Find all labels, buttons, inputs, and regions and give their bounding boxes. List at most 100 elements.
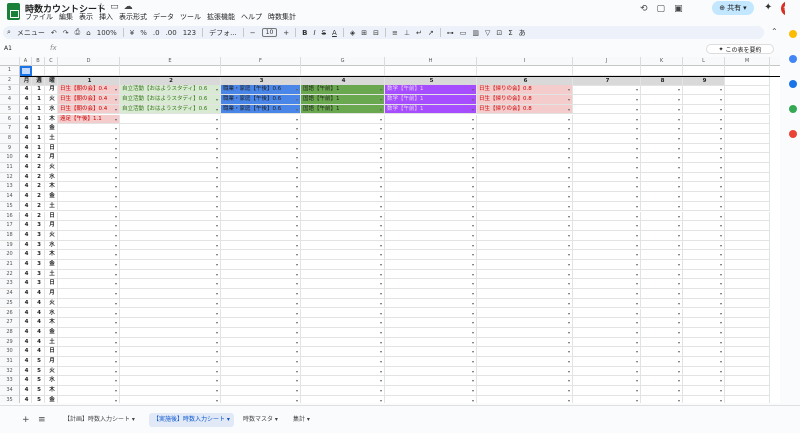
period-cell[interactable]: ▾ bbox=[573, 279, 641, 290]
period-cell[interactable]: ▾ bbox=[58, 347, 120, 357]
dropdown-arrow-icon[interactable]: ▾ bbox=[472, 396, 474, 403]
row-header-17[interactable]: 17 bbox=[0, 221, 20, 231]
month-cell[interactable]: 4 bbox=[20, 327, 32, 338]
dropdown-arrow-icon[interactable]: ▾ bbox=[678, 182, 680, 191]
cell[interactable] bbox=[725, 337, 770, 348]
dropdown-arrow-icon[interactable]: ▾ bbox=[636, 260, 638, 269]
dropdown-arrow-icon[interactable]: ▾ bbox=[720, 357, 722, 366]
dropdown-arrow-icon[interactable]: ▾ bbox=[216, 212, 218, 221]
month-cell[interactable]: 4 bbox=[20, 366, 32, 377]
dropdown-arrow-icon[interactable]: ▾ bbox=[720, 173, 722, 182]
cell[interactable] bbox=[725, 172, 770, 183]
week-cell[interactable]: 3 bbox=[32, 269, 45, 280]
dropdown-arrow-icon[interactable]: ▾ bbox=[296, 279, 298, 288]
period-cell[interactable]: ▾ bbox=[477, 260, 573, 270]
day-cell[interactable]: 土 bbox=[45, 269, 58, 280]
month-cell[interactable]: 4 bbox=[20, 250, 32, 260]
dropdown-arrow-icon[interactable]: ▾ bbox=[636, 241, 638, 250]
comments-icon[interactable]: ▢ bbox=[657, 4, 666, 14]
cell[interactable] bbox=[301, 66, 385, 76]
cell[interactable] bbox=[725, 95, 770, 105]
cell[interactable] bbox=[725, 327, 770, 338]
row-header-1[interactable]: 1 bbox=[0, 66, 20, 76]
dropdown-arrow-icon[interactable]: ▾ bbox=[216, 338, 218, 347]
period-cell[interactable]: ▾ bbox=[385, 153, 477, 163]
filter-icon[interactable]: ▽ bbox=[485, 29, 490, 37]
dropdown-arrow-icon[interactable]: ▾ bbox=[380, 309, 382, 318]
dropdown-arrow-icon[interactable]: ▾ bbox=[636, 95, 638, 104]
period-cell[interactable]: ▾ bbox=[641, 192, 683, 202]
dropdown-arrow-icon[interactable]: ▾ bbox=[216, 202, 218, 211]
dropdown-arrow-icon[interactable]: ▾ bbox=[678, 318, 680, 327]
period-cell[interactable]: ▾ bbox=[120, 376, 221, 387]
dropdown-arrow-icon[interactable]: ▾ bbox=[296, 202, 298, 211]
period-cell[interactable]: ▾ bbox=[221, 327, 301, 338]
row-header-19[interactable]: 19 bbox=[0, 240, 20, 251]
dropdown-arrow-icon[interactable]: ▾ bbox=[568, 192, 570, 201]
period-cell[interactable]: ▾ bbox=[641, 230, 683, 241]
keep-icon[interactable] bbox=[789, 55, 797, 63]
dropdown-arrow-icon[interactable]: ▾ bbox=[636, 289, 638, 298]
period-cell[interactable]: ▾ bbox=[683, 95, 725, 105]
dropdown-arrow-icon[interactable]: ▾ bbox=[472, 85, 474, 94]
dropdown-arrow-icon[interactable]: ▾ bbox=[296, 182, 298, 191]
dropdown-arrow-icon[interactable]: ▾ bbox=[216, 299, 218, 308]
period-cell[interactable]: 職業・家庭【午後】0.6 ▾ bbox=[221, 104, 301, 115]
week-cell[interactable]: 2 bbox=[32, 163, 45, 173]
period-cell[interactable]: ▾ bbox=[477, 153, 573, 163]
dropdown-arrow-icon[interactable]: ▾ bbox=[216, 231, 218, 240]
menu-tools[interactable]: ツール bbox=[180, 12, 201, 22]
period-cell[interactable]: ▾ bbox=[683, 366, 725, 377]
dropdown-arrow-icon[interactable]: ▾ bbox=[216, 134, 218, 143]
period-cell[interactable]: ▾ bbox=[120, 182, 221, 193]
dropdown-arrow-icon[interactable]: ▾ bbox=[678, 241, 680, 250]
dropdown-arrow-icon[interactable]: ▾ bbox=[720, 153, 722, 162]
week-cell[interactable]: 1 bbox=[32, 143, 45, 154]
dropdown-arrow-icon[interactable]: ▾ bbox=[678, 386, 680, 395]
period-cell[interactable]: ▾ bbox=[477, 143, 573, 154]
period-cell[interactable]: ▾ bbox=[683, 298, 725, 309]
period-cell[interactable]: ▾ bbox=[641, 95, 683, 105]
period-cell[interactable]: ▾ bbox=[58, 153, 120, 163]
period-cell[interactable]: ▾ bbox=[641, 211, 683, 222]
dropdown-arrow-icon[interactable]: ▾ bbox=[115, 144, 117, 153]
dropdown-arrow-icon[interactable]: ▾ bbox=[380, 173, 382, 182]
gemini-icon[interactable]: ✦ bbox=[764, 2, 772, 13]
dropdown-arrow-icon[interactable]: ▾ bbox=[216, 328, 218, 337]
dropdown-arrow-icon[interactable]: ▾ bbox=[568, 182, 570, 191]
zoom-select[interactable]: 100% bbox=[97, 29, 117, 37]
period-cell[interactable]: ▾ bbox=[683, 153, 725, 163]
dropdown-arrow-icon[interactable]: ▾ bbox=[720, 270, 722, 279]
share-button[interactable]: ⊕ 共有 ▾ bbox=[712, 1, 754, 15]
dropdown-arrow-icon[interactable]: ▾ bbox=[636, 299, 638, 308]
period-cell[interactable]: ▾ bbox=[385, 250, 477, 260]
dropdown-arrow-icon[interactable]: ▾ bbox=[115, 279, 117, 288]
dropdown-arrow-icon[interactable]: ▾ bbox=[115, 115, 117, 124]
dropdown-arrow-icon[interactable]: ▾ bbox=[678, 338, 680, 347]
day-cell[interactable]: 水 bbox=[45, 308, 58, 319]
dropdown-arrow-icon[interactable]: ▾ bbox=[720, 115, 722, 124]
week-cell[interactable]: 3 bbox=[32, 221, 45, 231]
cell[interactable] bbox=[725, 347, 770, 357]
dropdown-arrow-icon[interactable]: ▾ bbox=[115, 212, 117, 221]
period-cell[interactable]: ▾ bbox=[573, 221, 641, 231]
period-cell[interactable]: ▾ bbox=[221, 221, 301, 231]
period-cell[interactable]: ▾ bbox=[301, 260, 385, 270]
period-cell[interactable]: ▾ bbox=[385, 143, 477, 154]
period-cell[interactable]: ▾ bbox=[301, 357, 385, 367]
dropdown-arrow-icon[interactable]: ▾ bbox=[568, 202, 570, 211]
month-cell[interactable]: 4 bbox=[20, 192, 32, 202]
dropdown-arrow-icon[interactable]: ▾ bbox=[678, 173, 680, 182]
day-cell[interactable]: 日 bbox=[45, 279, 58, 290]
dropdown-arrow-icon[interactable]: ▾ bbox=[720, 367, 722, 376]
row-header-2[interactable]: 2 bbox=[0, 75, 20, 86]
period-cell[interactable]: ▾ bbox=[573, 366, 641, 377]
week-cell[interactable]: 1 bbox=[32, 114, 45, 125]
period-cell[interactable]: ▾ bbox=[385, 298, 477, 309]
dropdown-arrow-icon[interactable]: ▾ bbox=[115, 318, 117, 327]
period-cell[interactable]: ▾ bbox=[120, 201, 221, 212]
dropdown-arrow-icon[interactable]: ▾ bbox=[568, 270, 570, 279]
period-cell[interactable]: ▾ bbox=[385, 240, 477, 251]
row-header-21[interactable]: 21 bbox=[0, 260, 20, 270]
period-cell[interactable]: ▾ bbox=[683, 250, 725, 260]
